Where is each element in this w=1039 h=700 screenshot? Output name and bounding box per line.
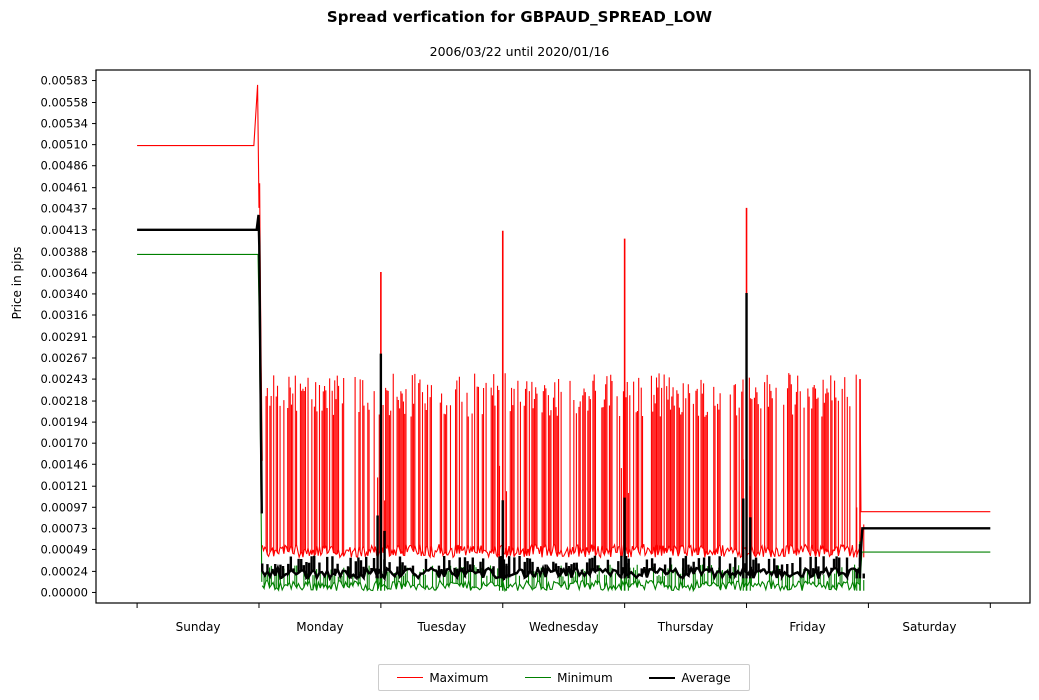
y-tick-label: 0.00413 xyxy=(40,223,88,237)
y-tick-label: 0.00243 xyxy=(40,372,88,386)
y-tick-label: 0.00583 xyxy=(40,74,88,88)
plot-area: 0.00583 0.00558 0.00534 0.00510 0.00486 0.004… xyxy=(40,69,1031,634)
legend-label: Minimum xyxy=(557,670,613,685)
y-tick-label: 0.00194 xyxy=(40,415,88,429)
x-tick-label: Thursday xyxy=(657,620,714,634)
legend-item-maximum[interactable]: Maximum xyxy=(397,672,488,684)
plot-frame xyxy=(95,69,1031,604)
x-tick-label: Monday xyxy=(296,620,343,634)
x-tick-label: Tuesday xyxy=(416,620,466,634)
legend-line-swatch xyxy=(397,677,424,678)
legend-label: Average xyxy=(681,670,731,685)
legend-label: Maximum xyxy=(429,670,489,685)
y-tick-label: 0.00437 xyxy=(40,202,88,216)
y-tick-label: 0.00073 xyxy=(40,521,88,535)
y-tick-label: 0.00000 xyxy=(40,585,88,599)
chart-figure: Spread verfication for GBPAUD_SPREAD_LOW… xyxy=(0,0,1039,700)
x-tick-label: Saturday xyxy=(902,620,956,634)
y-tick-label: 0.00388 xyxy=(40,245,88,259)
legend-item-average[interactable]: Average xyxy=(649,670,731,685)
y-tick-label: 0.00558 xyxy=(40,95,88,109)
y-tick-label: 0.00486 xyxy=(40,159,88,173)
legend-item-minimum[interactable]: Minimum xyxy=(525,672,613,684)
y-tick-label: 0.00316 xyxy=(40,308,88,322)
y-tick-label: 0.00364 xyxy=(40,266,88,280)
y-tick-label: 0.00146 xyxy=(40,457,88,471)
y-tick-label: 0.00049 xyxy=(40,542,88,556)
y-tick-label: 0.00291 xyxy=(40,330,88,344)
y-tick-label: 0.00121 xyxy=(40,479,88,493)
y-tick-label: 0.00461 xyxy=(40,181,88,195)
y-tick-label: 0.00170 xyxy=(40,436,88,450)
y-tick-label: 0.00510 xyxy=(40,138,88,152)
y-tick-label: 0.00097 xyxy=(40,500,88,514)
x-tick-label: Sunday xyxy=(176,620,221,634)
y-tick-label: 0.00218 xyxy=(40,394,88,408)
y-tick-label: 0.00340 xyxy=(40,287,88,301)
y-tick-label: 0.00267 xyxy=(40,351,88,365)
x-tick-label: Wednesday xyxy=(529,620,598,634)
x-tick-label: Friday xyxy=(789,620,825,634)
legend-line-swatch xyxy=(525,677,552,678)
y-tick-label: 0.00024 xyxy=(40,564,88,578)
y-tick-label: 0.00534 xyxy=(40,117,88,131)
chart-legend: Maximum Minimum Average xyxy=(378,664,750,691)
legend-line-swatch xyxy=(649,676,676,679)
